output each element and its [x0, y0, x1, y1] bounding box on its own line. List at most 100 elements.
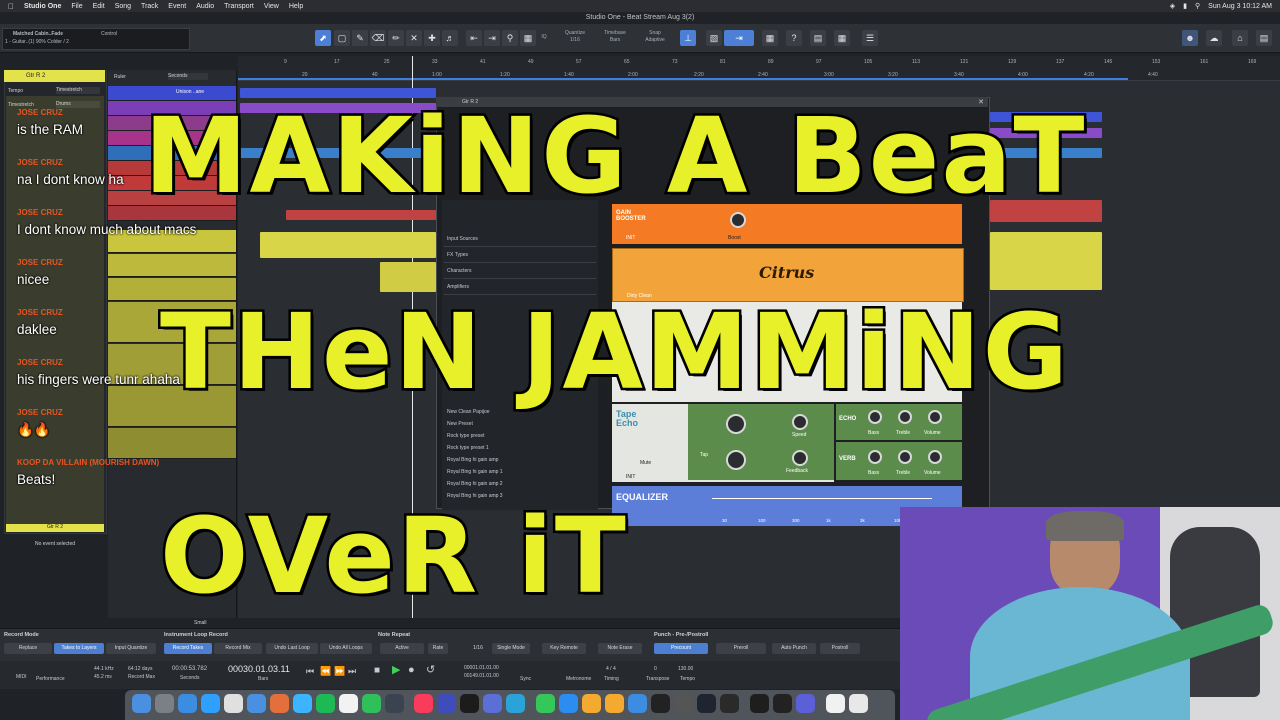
follow-button[interactable]: ⇥	[724, 30, 754, 46]
note-erase-button[interactable]: Note Erase	[598, 643, 642, 654]
rewind-to-start-icon[interactable]: ⏮	[306, 666, 314, 676]
app-icon[interactable]	[796, 694, 815, 713]
browser-section-amplifiers[interactable]: Amplifiers	[447, 284, 597, 290]
edit-button[interactable]: ▤	[810, 30, 826, 46]
range-tool-button[interactable]: ▢	[334, 30, 350, 46]
transpose-value[interactable]: 0	[654, 666, 657, 672]
preset-item[interactable]: Rock type preset	[447, 433, 597, 439]
verb-volume-knob[interactable]	[928, 450, 942, 464]
loop-icon[interactable]: ↺	[426, 665, 435, 676]
app-icon[interactable]	[605, 694, 624, 713]
app-icon[interactable]	[674, 694, 693, 713]
rate-value[interactable]: 1/16	[466, 643, 490, 654]
menu-file[interactable]: File	[71, 3, 82, 10]
spotify-icon[interactable]	[316, 694, 335, 713]
tempo-select[interactable]: Timestretch	[56, 87, 100, 94]
track-height-select[interactable]: Small	[194, 620, 207, 626]
app-icon[interactable]	[849, 694, 868, 713]
app-icon[interactable]	[697, 694, 716, 713]
autoscroll-button[interactable]: ▧	[706, 30, 722, 46]
seconds-display[interactable]: 00:00:53.782	[172, 666, 207, 672]
browser-section-fx-types[interactable]: FX Types	[447, 252, 597, 258]
quantize-control[interactable]: Quantize 1/16	[558, 30, 592, 44]
browser-section-characters[interactable]: Characters	[447, 268, 597, 274]
eq-curve[interactable]	[712, 498, 932, 499]
verb-bass-knob[interactable]	[868, 450, 882, 464]
input-quantize-button[interactable]: Input Quantize	[106, 643, 156, 654]
verb-treble-knob[interactable]	[898, 450, 912, 464]
calendar-icon[interactable]	[339, 694, 358, 713]
undo-last-loop-button[interactable]: Undo Last Loop	[266, 643, 318, 654]
wifi-icon[interactable]: ◈	[1170, 2, 1175, 10]
auto-punch-button[interactable]: Auto Punch	[772, 643, 816, 654]
position-display[interactable]: 00030.01.03.11	[228, 664, 290, 674]
clip[interactable]	[260, 232, 436, 258]
help-button[interactable]: ?	[786, 30, 802, 46]
tape-echo-mute[interactable]: Mute	[640, 460, 651, 466]
nudge-right-button[interactable]: ⇥	[484, 30, 500, 46]
preset-item[interactable]: Royal Bing hi gain amp 2	[447, 481, 597, 487]
menu-transport[interactable]: Transport	[224, 3, 254, 10]
echo-b-knob[interactable]	[726, 450, 746, 470]
finder-icon[interactable]	[132, 694, 151, 713]
record-takes-button[interactable]: Record Takes	[164, 643, 212, 654]
user-avatar[interactable]: ☻	[1182, 30, 1198, 46]
search-icon[interactable]: ⚲	[1195, 2, 1200, 10]
chrome-icon[interactable]	[224, 694, 243, 713]
app-icon[interactable]	[582, 694, 601, 713]
metronome-label[interactable]: Metronome	[566, 676, 591, 682]
postroll-button[interactable]: Postroll	[820, 643, 860, 654]
undo-all-loops-button[interactable]: Undo All Loops	[320, 643, 372, 654]
echo-a-knob[interactable]	[726, 414, 746, 434]
safari-icon[interactable]	[178, 694, 197, 713]
app-icon[interactable]	[628, 694, 647, 713]
layout-button[interactable]: ☰	[862, 30, 878, 46]
menu-app-name[interactable]: Studio One	[24, 3, 61, 10]
bend-tool-button[interactable]: ✚	[424, 30, 440, 46]
single-mode-button[interactable]: Single Mode	[492, 643, 530, 654]
menubar-clock[interactable]: Sun Aug 3 10:12 AM	[1208, 3, 1272, 10]
track-row[interactable]	[108, 428, 236, 459]
mixer-button[interactable]: ▦	[762, 30, 778, 46]
timebase-control[interactable]: Timebase Bars	[598, 30, 632, 44]
stop-icon[interactable]: ■	[374, 666, 380, 676]
preset-item[interactable]: New Preset	[447, 421, 597, 427]
photos-icon[interactable]	[270, 694, 289, 713]
nudge-left-button[interactable]: ⇤	[466, 30, 482, 46]
battery-icon[interactable]: ▮	[1183, 2, 1187, 10]
track-row[interactable]	[108, 254, 236, 277]
paint-tool-button[interactable]: ✏	[388, 30, 404, 46]
preset-item[interactable]: Royal Bing hi gain amp 1	[447, 469, 597, 475]
appstore-icon[interactable]	[201, 694, 220, 713]
app-icon[interactable]	[750, 694, 769, 713]
fast-forward-icon[interactable]: ⏩	[334, 666, 345, 676]
mute-tool-button[interactable]: ✕	[406, 30, 422, 46]
loop-range-bar[interactable]	[238, 78, 1128, 80]
zoom-tool-button[interactable]: ⚲	[502, 30, 518, 46]
snap-control[interactable]: Snap Adaptive	[638, 30, 672, 44]
loop-end[interactable]: 00149.01.01.00	[464, 673, 499, 679]
whatsapp-icon[interactable]	[362, 694, 381, 713]
precount-button[interactable]: Precount	[654, 643, 708, 654]
browser-section-input-sources[interactable]: Input Sources	[447, 236, 597, 242]
timing-value[interactable]: 4 / 4	[606, 666, 616, 672]
tape-echo-init[interactable]: INIT	[626, 474, 635, 480]
menu-help[interactable]: Help	[289, 3, 303, 10]
browse-button[interactable]: ▦	[834, 30, 850, 46]
folder-button[interactable]: ▤	[1256, 30, 1272, 46]
iq-label[interactable]: IQ	[538, 34, 550, 41]
clip[interactable]	[990, 232, 1102, 290]
play-icon[interactable]: ▶	[392, 665, 400, 676]
loop-start[interactable]: 00001.01.01.00	[464, 665, 499, 671]
preroll-button[interactable]: Preroll	[716, 643, 766, 654]
notion-icon[interactable]	[826, 694, 845, 713]
record-icon[interactable]: ●	[408, 665, 415, 676]
tempo-value[interactable]: 130.00	[678, 666, 693, 672]
menu-song[interactable]: Song	[115, 3, 131, 10]
launchpad-icon[interactable]	[155, 694, 174, 713]
app-icon[interactable]	[437, 694, 456, 713]
app-icon[interactable]	[651, 694, 670, 713]
performance-label[interactable]: Performance	[36, 676, 65, 682]
menu-track[interactable]: Track	[141, 3, 158, 10]
gain-booster-init[interactable]: INIT	[626, 235, 635, 241]
